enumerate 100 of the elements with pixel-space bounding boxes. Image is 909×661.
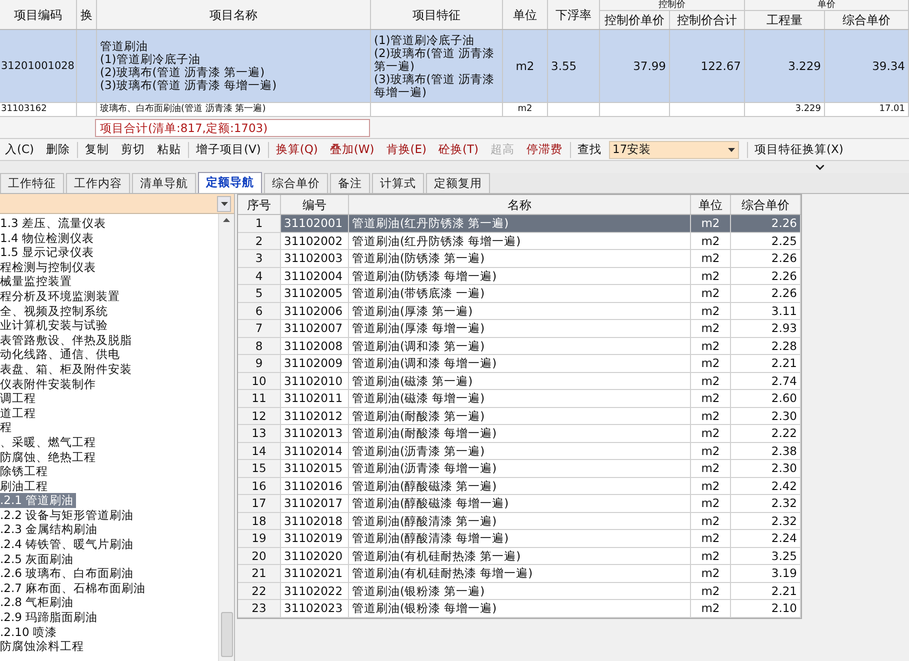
tab[interactable]: 计算式 xyxy=(372,173,424,193)
tree-item[interactable]: .2.4 铸铁管、暖气片刷油 xyxy=(0,537,136,552)
table-row[interactable]: 19 31102019 管道刷油(醇酸清漆 每增一遍) m2 2.24 xyxy=(238,530,801,548)
column-header: 综合单价 xyxy=(731,195,801,214)
table-cell: 31102021 xyxy=(281,565,349,582)
table-cell: 31102018 xyxy=(281,512,349,529)
table-cell: 2.30 xyxy=(731,460,801,476)
table-row[interactable]: 23 31102023 管道刷油(银粉漆 每增一遍) m2 2.10 xyxy=(238,600,801,618)
table-row[interactable]: 13 31102013 管道刷油(耐酸漆 每增一遍) m2 2.22 xyxy=(238,425,801,442)
tree-item[interactable]: 1.3 差压、流量仪表 xyxy=(0,216,108,231)
tab[interactable]: 工作特征 xyxy=(0,173,64,193)
table-cell: 5 xyxy=(238,285,281,302)
table-cell: m2 xyxy=(691,250,731,266)
table-row[interactable]: 17 31102017 管道刷油(醇酸磁漆 每增一遍) m2 2.32 xyxy=(238,495,801,512)
summary-box: 项目合计(清单:817,定额:1703) xyxy=(95,118,370,136)
table-row[interactable]: 18 31102018 管道刷油(醇酸清漆 第一遍) m2 2.32 xyxy=(238,512,801,530)
table-cell: m2 xyxy=(691,495,731,512)
tree-item[interactable]: 1.5 显示记录仪表 xyxy=(0,245,96,260)
tree-item[interactable]: .2.5 灰面刷油 xyxy=(0,552,76,566)
table-cell: m2 xyxy=(691,548,731,564)
toolbar-button[interactable]: 停滞费 xyxy=(522,140,568,160)
table-row[interactable]: 4 31102004 管道刷油(防锈漆 每增一遍) m2 2.26 xyxy=(238,268,801,285)
table-row[interactable]: 12 31102012 管道刷油(耐酸漆 第一遍) m2 2.30 xyxy=(238,408,801,425)
tree-item[interactable]: 动化线路、通信、供电 xyxy=(0,347,122,362)
table-row[interactable]: 3 31102003 管道刷油(防锈漆 第一遍) m2 2.26 xyxy=(238,250,801,268)
tree-item[interactable]: 程 xyxy=(0,420,14,435)
tab[interactable]: 综合单价 xyxy=(264,173,328,193)
tree-item[interactable]: 调工程 xyxy=(0,391,38,406)
table-row[interactable]: 5 31102005 管道刷油(带锈底漆 一遍) m2 2.26 xyxy=(238,285,801,302)
toolbar-button[interactable]: 叠加(W) xyxy=(324,140,380,160)
table-cell: 管道刷油(有机硅耐热漆 每增一遍) xyxy=(349,565,691,582)
tab[interactable]: 定额复用 xyxy=(426,173,490,193)
table-cell: 31102020 xyxy=(281,548,349,564)
toolbar-button[interactable]: 入(C) xyxy=(0,140,40,160)
toolbar-button[interactable]: 肯换(E) xyxy=(381,140,432,160)
toolbar-button[interactable]: 砼换(T) xyxy=(434,140,484,160)
table-row[interactable]: 7 31102007 管道刷油(厚漆 每增一遍) m2 2.93 xyxy=(238,320,801,338)
table-row[interactable]: 21 31102021 管道刷油(有机硅耐热漆 每增一遍) m2 3.19 xyxy=(238,565,801,582)
table-cell-text: 管道刷油 (1)管道刷冷底子油 (2)玻璃布(管道 沥青漆 第一遍) (3)玻璃布(管道 沥青漆 每增一遍) xyxy=(100,40,278,92)
table-cell: 22 xyxy=(238,582,281,599)
tree-item[interactable]: 表盘、箱、柜及附件安装 xyxy=(0,362,134,377)
tree-item[interactable]: .2.9 玛蹄脂面刷油 xyxy=(0,610,100,625)
toolbar-button[interactable]: 项目特征换算(X) xyxy=(750,140,848,160)
table-row[interactable]: 16 31102016 管道刷油(醇酸磁漆 第一遍) m2 2.42 xyxy=(238,478,801,495)
tree-item[interactable]: 防腐蚀、绝热工程 xyxy=(0,450,98,464)
tab[interactable]: 定额导航 xyxy=(198,172,262,193)
table-cell: 19 xyxy=(238,530,281,546)
table-row[interactable]: 11 31102011 管道刷油(磁漆 每增一遍) m2 2.60 xyxy=(238,390,801,408)
tree-item[interactable]: 仪表附件安装制作 xyxy=(0,376,98,392)
table-row[interactable]: 14 31102014 管道刷油(沥青漆 第一遍) m2 2.38 xyxy=(238,442,801,460)
tree-item[interactable]: 道工程 xyxy=(0,406,38,420)
table-row[interactable]: 15 31102015 管道刷油(沥青漆 每增一遍) m2 2.30 xyxy=(238,460,801,478)
table-row[interactable]: 2 31102002 管道刷油(红丹防锈漆 每增一遍) m2 2.25 xyxy=(238,232,801,250)
toolbar-button[interactable]: 增子项目(V) xyxy=(191,140,266,160)
toolbar-button[interactable]: 剪切 xyxy=(116,140,150,160)
tree-item[interactable]: 1.4 物位检测仪表 xyxy=(0,230,96,246)
table-row[interactable]: 10 31102010 管道刷油(磁漆 第一遍) m2 2.74 xyxy=(238,372,801,390)
table-cell: m2 xyxy=(691,600,731,616)
tree-item[interactable]: 械量监控装置 xyxy=(0,274,74,289)
table-row[interactable]: 6 31102006 管道刷油(厚漆 第一遍) m2 3.11 xyxy=(238,302,801,320)
table-cell: 2.74 xyxy=(731,372,801,389)
scrollbar-thumb[interactable] xyxy=(220,612,232,657)
tree-item[interactable]: 防腐蚀涂料工程 xyxy=(0,639,86,654)
tree-item[interactable]: 全、视频及控制系统 xyxy=(0,304,110,318)
table-cell: 31102012 xyxy=(281,408,349,424)
toolbar-button[interactable]: 粘贴 xyxy=(152,140,186,160)
tree-item[interactable]: .2.8 气柜刷油 xyxy=(0,595,76,610)
toolbar-button[interactable]: 换算(Q) xyxy=(270,140,323,160)
tree-item[interactable]: .2.2 设备与矩形管道刷油 xyxy=(0,508,136,522)
table-cell: 2.21 xyxy=(731,355,801,372)
table-row[interactable]: 8 31102008 管道刷油(调和漆 第一遍) m2 2.28 xyxy=(238,338,801,355)
tab[interactable]: 清单导航 xyxy=(132,173,196,193)
search-select[interactable]: 17安装 xyxy=(608,140,738,158)
arrow-up-icon[interactable] xyxy=(223,218,230,222)
tab[interactable]: 备注 xyxy=(330,173,370,193)
tree-item[interactable]: .2.7 麻布面、石棉布面刷油 xyxy=(0,580,148,596)
table-row[interactable]: 20 31102020 管道刷油(有机硅耐热漆 第一遍) m2 3.25 xyxy=(238,548,801,565)
tree-item[interactable]: 表管路敷设、伴热及脱脂 xyxy=(0,332,134,348)
table-row[interactable]: 31201001028 管道刷油 (1)管道刷冷底子油 (2)玻璃布(管道 沥青漆 第一遍) (3)玻璃布(管道 沥青漆 每增一遍) (1)管道刷冷底子油 (2)玻璃布(管道 沥青漆第一遍) (3)玻璃布(管道 沥青漆每增一遍) m2 3.55 37.99 122.67 3.229 39.34 xyxy=(0,30,909,103)
tab[interactable]: 工作内容 xyxy=(66,173,130,193)
tree-item[interactable]: .2.1 管道刷油 xyxy=(0,493,76,508)
toolbar-button[interactable]: 复制 xyxy=(80,140,114,160)
table-row[interactable]: 9 31102009 管道刷油(调和漆 每增一遍) m2 2.21 xyxy=(238,355,801,372)
tree-item[interactable]: 除锈工程 xyxy=(0,464,50,479)
tree-item[interactable]: 业计算机安装与试验 xyxy=(0,318,110,333)
tree-item[interactable]: .2.3 金属结构刷油 xyxy=(0,522,100,538)
table-row[interactable]: 22 31102022 管道刷油(银粉漆 第一遍) m2 2.21 xyxy=(238,582,801,600)
chevron-down-icon[interactable] xyxy=(816,164,824,170)
toolbar-button[interactable]: 查找 xyxy=(572,140,606,160)
scrollbar[interactable] xyxy=(218,214,234,661)
table-cell: 2 xyxy=(238,232,281,249)
tree-item[interactable]: .2.6 玻璃布、白布面刷油 xyxy=(0,566,136,581)
table-row[interactable]: 31103162 玻璃布、白布面刷油(管道 沥青漆 第一遍) m2 3.229 17.01 xyxy=(0,103,909,117)
table-row[interactable]: 1 31102001 管道刷油(红丹防锈漆 第一遍) m2 2.26 xyxy=(238,215,801,232)
tree-item[interactable]: 刷油工程 xyxy=(0,478,50,494)
toolbar-button[interactable]: 删除 xyxy=(41,140,76,160)
tree-item[interactable]: 、采暖、燃气工程 xyxy=(0,434,98,450)
tree-item[interactable]: .2.10 喷漆 xyxy=(0,624,59,640)
tree-item[interactable]: 程检测与控制仪表 xyxy=(0,260,98,274)
tree-item[interactable]: 程分析及环境监测装置 xyxy=(0,288,122,304)
